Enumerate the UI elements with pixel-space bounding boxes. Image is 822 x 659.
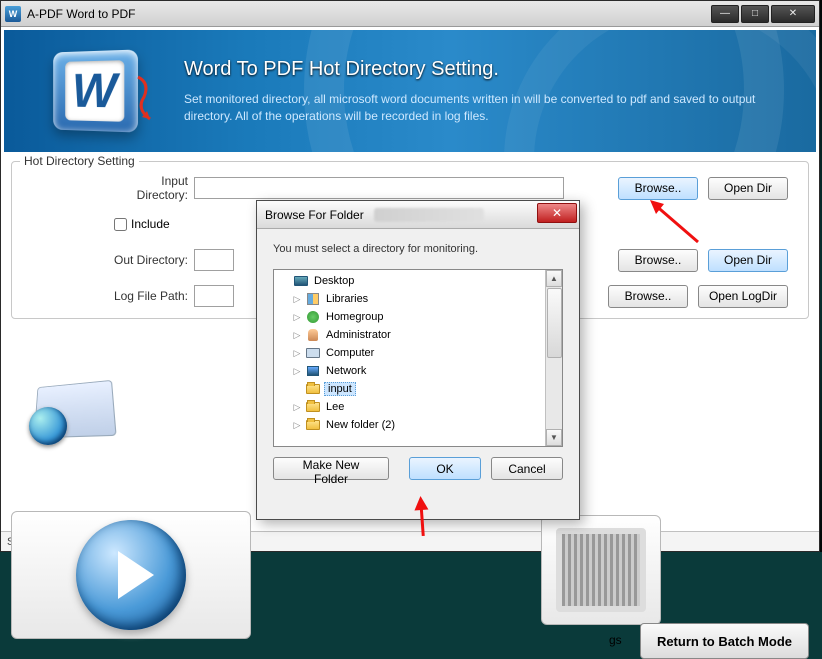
stop-icon: [556, 528, 646, 612]
out-opendir-button[interactable]: Open Dir: [708, 249, 788, 272]
log-path-field[interactable]: [194, 285, 234, 307]
tree-node-admin[interactable]: ▷Administrator: [274, 326, 545, 344]
banner-heading: Word To PDF Hot Directory Setting.: [184, 58, 796, 81]
pdf-ribbon-icon: [130, 75, 158, 121]
log-browse-button[interactable]: Browse..: [608, 285, 688, 308]
minimize-button[interactable]: —: [711, 5, 739, 23]
out-dir-field[interactable]: [194, 249, 234, 271]
cancel-button[interactable]: Cancel: [491, 457, 563, 480]
scroll-up-button[interactable]: ▲: [546, 270, 562, 287]
input-dir-label: Input Directory:: [110, 174, 194, 202]
group-title: Hot Directory Setting: [20, 154, 139, 168]
scroll-down-button[interactable]: ▼: [546, 429, 562, 446]
out-dir-label: Out Directory:: [110, 253, 194, 267]
tree-node-homegroup[interactable]: ▷Homegroup: [274, 308, 545, 326]
input-browse-button[interactable]: Browse..: [618, 177, 698, 200]
ok-button[interactable]: OK: [409, 457, 481, 480]
dialog-titlebar: Browse For Folder ✕: [257, 201, 579, 229]
tree-node-network[interactable]: ▷Network: [274, 362, 545, 380]
return-batch-button[interactable]: Return to Batch Mode: [640, 623, 809, 659]
titlebar: W A-PDF Word to PDF — □ ✕: [1, 1, 819, 27]
input-opendir-button[interactable]: Open Dir: [708, 177, 788, 200]
browse-folder-dialog: Browse For Folder ✕ You must select a di…: [256, 200, 580, 520]
dialog-title: Browse For Folder: [265, 208, 364, 222]
start-button[interactable]: [11, 511, 251, 639]
tree-node-input[interactable]: input: [274, 380, 545, 398]
tree-node-newfolder[interactable]: ▷New folder (2): [274, 416, 545, 434]
tree-scrollbar[interactable]: ▲ ▼: [545, 270, 562, 446]
folder-tree[interactable]: Desktop ▷Libraries ▷Homegroup ▷Administr…: [273, 269, 563, 447]
maximize-button[interactable]: □: [741, 5, 769, 23]
scroll-thumb[interactable]: [547, 288, 562, 358]
dialog-close-button[interactable]: ✕: [537, 203, 577, 223]
open-logdir-button[interactable]: Open LogDir: [698, 285, 788, 308]
log-path-label: Log File Path:: [110, 289, 194, 303]
out-browse-button[interactable]: Browse..: [618, 249, 698, 272]
input-dir-field[interactable]: [194, 177, 564, 199]
close-button[interactable]: ✕: [771, 5, 815, 23]
globe-folder-icon: [33, 381, 113, 457]
banner-subtext: Set monitored directory, all microsoft w…: [184, 91, 796, 125]
include-checkbox[interactable]: [114, 218, 127, 231]
make-folder-button[interactable]: Make New Folder: [273, 457, 389, 480]
tree-node-lee[interactable]: ▷Lee: [274, 398, 545, 416]
banner: Word To PDF Hot Directory Setting. Set m…: [2, 28, 818, 154]
word-logo-icon: [53, 49, 138, 132]
app-icon: W: [5, 6, 21, 22]
include-label: Include: [131, 217, 170, 231]
dialog-message: You must select a directory for monitori…: [257, 229, 579, 265]
dialog-title-blur: [374, 208, 484, 222]
settings-fragment: gs: [609, 633, 622, 647]
tree-node-desktop[interactable]: Desktop: [274, 272, 545, 290]
window-title: A-PDF Word to PDF: [27, 7, 709, 21]
tree-node-computer[interactable]: ▷Computer: [274, 344, 545, 362]
stop-button[interactable]: [541, 515, 661, 625]
play-icon: [76, 520, 186, 630]
tree-node-libraries[interactable]: ▷Libraries: [274, 290, 545, 308]
